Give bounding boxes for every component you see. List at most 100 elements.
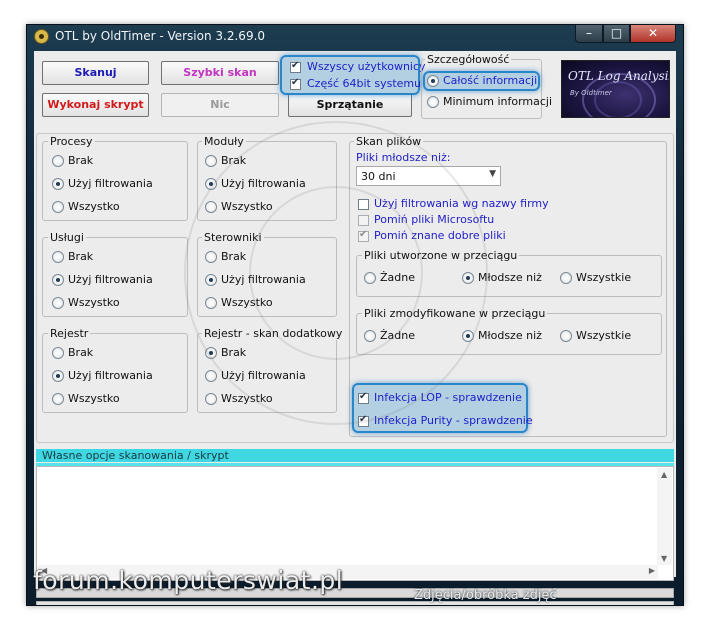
- modified-all-radio[interactable]: [560, 330, 572, 342]
- cleanup-button[interactable]: Sprzątanie: [288, 93, 412, 117]
- created-all-radio[interactable]: [560, 272, 572, 284]
- watermark-credit: Zdjęcia/obróbka zdjęć: [414, 588, 557, 603]
- chevron-down-icon: ▼: [489, 169, 496, 179]
- drivers-none-radio[interactable]: [205, 251, 217, 263]
- modules-none-label: Brak: [221, 154, 247, 167]
- run-script-button[interactable]: Wykonaj skrypt: [42, 93, 149, 117]
- watermark-text: forum.komputerswiat.pl: [33, 566, 344, 595]
- skip-known-good-label: Pomiń znane dobre pliki: [374, 229, 506, 242]
- modified-none-label: Żadne: [380, 329, 415, 342]
- services-label: Usługi: [48, 231, 86, 244]
- registry-filter-radio[interactable]: [52, 370, 64, 382]
- processes-none-radio[interactable]: [52, 155, 64, 167]
- quick-scan-button[interactable]: Szybki skan: [161, 61, 279, 85]
- drivers-label: Sterowniki: [202, 231, 264, 244]
- drivers-none-label: Brak: [221, 250, 247, 263]
- client-area: Skanuj Szybki skan Wykonaj skrypt Nic Sp…: [34, 51, 676, 605]
- drivers-filter-radio[interactable]: [205, 274, 217, 286]
- maximize-button[interactable]: □: [603, 25, 630, 43]
- use-filter-company-checkbox[interactable]: [358, 199, 369, 210]
- registry-extra-label: Rejestr - skan dodatkowy: [202, 327, 345, 340]
- all-users-checkbox[interactable]: [290, 60, 301, 73]
- created-younger-label: Młodsze niż: [478, 271, 542, 284]
- services-filter-radio[interactable]: [52, 274, 64, 286]
- otl-window: OTL by OldTimer - Version 3.2.69.0 – □ ✕…: [26, 24, 684, 606]
- services-filter-label: Użyj filtrowania: [68, 273, 153, 286]
- file-scan-label: Skan plików: [354, 135, 424, 148]
- detail-label: Szczegółowość: [425, 53, 512, 66]
- modules-all-radio[interactable]: [205, 201, 217, 213]
- close-button[interactable]: ✕: [630, 25, 676, 43]
- registry-none-radio[interactable]: [52, 347, 64, 359]
- registry-extra-filter-radio[interactable]: [205, 370, 217, 382]
- registry-extra-all-label: Wszystko: [221, 392, 273, 405]
- registry-extra-none-label: Brak: [221, 346, 247, 359]
- registry-extra-filter-label: Użyj filtrowania: [221, 369, 306, 382]
- modules-filter-label: Użyj filtrowania: [221, 177, 306, 190]
- drivers-filter-label: Użyj filtrowania: [221, 273, 306, 286]
- scroll-up-icon[interactable]: ▲: [661, 470, 667, 479]
- registry-all-label: Wszystko: [68, 392, 120, 405]
- created-none-radio[interactable]: [364, 272, 376, 284]
- files-younger-value: 30 dni: [361, 170, 396, 183]
- processes-filter-radio[interactable]: [52, 178, 64, 190]
- vertical-scrollbar[interactable]: ▲ ▼: [657, 468, 672, 565]
- created-none-label: Żadne: [380, 271, 415, 284]
- services-all-label: Wszystko: [68, 296, 120, 309]
- processes-none-label: Brak: [68, 154, 94, 167]
- nothing-button[interactable]: Nic: [161, 93, 279, 117]
- detail-full-label: Całość informacji: [443, 74, 538, 87]
- processes-filter-label: Użyj filtrowania: [68, 177, 153, 190]
- registry-all-radio[interactable]: [52, 393, 64, 405]
- processes-all-radio[interactable]: [52, 201, 64, 213]
- custom-script-textarea[interactable]: ▲ ▼ ◀ ▶: [36, 466, 674, 581]
- skip-known-good-checkbox[interactable]: [358, 229, 369, 242]
- services-none-label: Brak: [68, 250, 94, 263]
- detail-full-radio[interactable]: [427, 75, 439, 87]
- logo-subtitle: By Oldtimer: [570, 89, 612, 97]
- otl-log-analysis-logo: OTL Log Analysis By Oldtimer: [561, 60, 670, 118]
- registry-extra-all-radio[interactable]: [205, 393, 217, 405]
- modules-filter-radio[interactable]: [205, 178, 217, 190]
- custom-options-header: Własne opcje skanowania / skrypt: [36, 449, 674, 462]
- scroll-down-icon[interactable]: ▼: [661, 554, 667, 563]
- modules-none-radio[interactable]: [205, 155, 217, 167]
- services-all-radio[interactable]: [52, 297, 64, 309]
- minimize-button[interactable]: –: [575, 25, 603, 43]
- title-bar[interactable]: OTL by OldTimer - Version 3.2.69.0 – □ ✕: [27, 25, 683, 49]
- scan-button[interactable]: Skanuj: [42, 61, 149, 85]
- files-younger-label: Pliki młodsze niż:: [356, 151, 451, 164]
- processes-label: Procesy: [48, 135, 95, 148]
- modules-all-label: Wszystko: [221, 200, 273, 213]
- otl-app-icon: [34, 29, 49, 44]
- registry-none-label: Brak: [68, 346, 94, 359]
- part64-checkbox[interactable]: [290, 77, 301, 90]
- scroll-right-icon[interactable]: ▶: [649, 566, 655, 575]
- files-created-label: Pliki utworzone w przeciągu: [362, 249, 520, 262]
- modified-all-label: Wszystkie: [576, 329, 632, 342]
- logo-title: OTL Log Analysis: [568, 69, 670, 83]
- drivers-all-radio[interactable]: [205, 297, 217, 309]
- detail-min-radio[interactable]: [427, 96, 439, 108]
- all-users-label: Wszyscy użytkownicy: [307, 60, 426, 73]
- purity-infection-checkbox[interactable]: [358, 414, 369, 427]
- part64-label: Część 64bit systemu: [307, 77, 422, 90]
- registry-extra-none-radio[interactable]: [205, 347, 217, 359]
- window-title: OTL by OldTimer - Version 3.2.69.0: [55, 29, 266, 43]
- detail-min-label: Minimum informacji: [443, 95, 553, 108]
- modules-label: Moduły: [202, 135, 246, 148]
- lop-infection-checkbox[interactable]: [358, 391, 369, 404]
- modified-younger-radio[interactable]: [462, 330, 474, 342]
- registry-filter-label: Użyj filtrowania: [68, 369, 153, 382]
- modified-none-radio[interactable]: [364, 330, 376, 342]
- drivers-all-label: Wszystko: [221, 296, 273, 309]
- created-younger-radio[interactable]: [462, 272, 474, 284]
- use-filter-company-label: Użyj filtrowania wg nazwy firmy: [374, 197, 549, 210]
- custom-options-label: Własne opcje skanowania / skrypt: [42, 449, 229, 462]
- processes-all-label: Wszystko: [68, 200, 120, 213]
- skip-microsoft-checkbox[interactable]: [358, 215, 369, 226]
- skip-microsoft-label: Pomiń pliki Microsoftu: [374, 213, 495, 226]
- services-none-radio[interactable]: [52, 251, 64, 263]
- registry-label: Rejestr: [48, 327, 91, 340]
- files-younger-select[interactable]: 30 dni ▼: [356, 166, 501, 186]
